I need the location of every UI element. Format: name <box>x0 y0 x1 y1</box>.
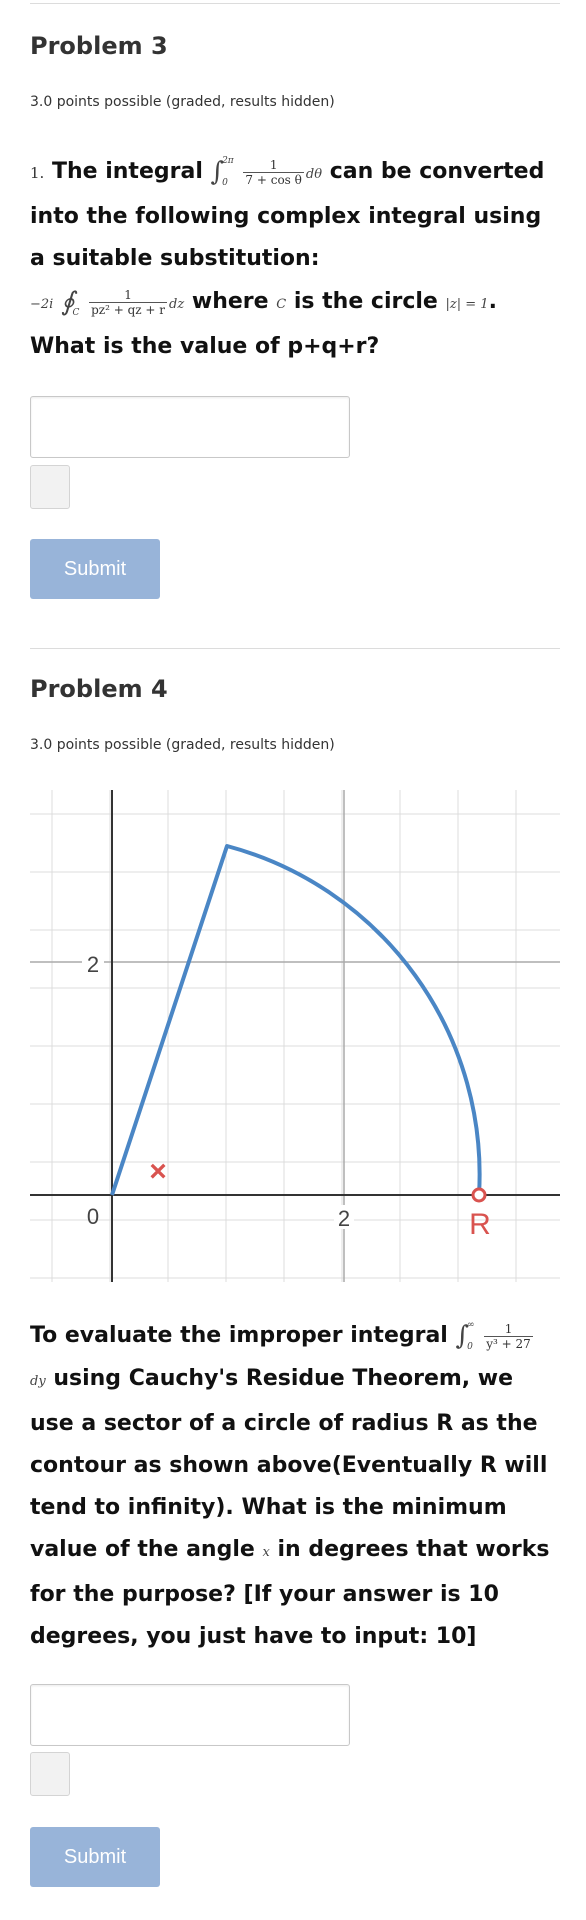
question-text-a: To evaluate the improper integral <box>30 1323 448 1348</box>
pole-marker: × <box>149 1155 167 1188</box>
integral-limits: ∞ 0 <box>467 1320 475 1352</box>
dz: dz <box>169 297 185 312</box>
question-text-a: The integral <box>51 159 203 184</box>
problem-3-points: 3.0 points possible (graded, results hid… <box>30 94 335 110</box>
problem-3-submit-button[interactable]: Submit <box>30 539 160 599</box>
contour-symbol: C <box>276 297 287 312</box>
sector-contour <box>110 844 482 1196</box>
coefficient: −2i <box>30 297 54 312</box>
problem-3-question: 1. The integral ∫ 2π 0 17 + cos θ dθ can be… <box>30 150 550 368</box>
dy: dy <box>30 1374 46 1389</box>
integral-limits: 2π 0 <box>222 156 234 188</box>
angle-symbol: x <box>262 1545 270 1560</box>
radius-label: R <box>469 1208 491 1241</box>
origin-label: 0 <box>87 1204 99 1229</box>
question-text-d: is the circle <box>293 289 438 314</box>
x-tick-2: 2 <box>338 1206 350 1231</box>
question-number: 1. <box>30 164 45 182</box>
contour-label: C <box>72 308 80 318</box>
integrand-fraction: 1 y³ + 27 <box>484 1321 533 1351</box>
y-tick-2: 2 <box>87 952 99 977</box>
problem-4-answer-input[interactable] <box>30 1684 350 1746</box>
problem-3-answer-input[interactable] <box>30 396 350 458</box>
problem-4-submit-button[interactable]: Submit <box>30 1827 160 1887</box>
problem-4-status-indicator <box>30 1752 70 1796</box>
problem-3-status-indicator <box>30 465 70 509</box>
question-text-b: using Cauchy's Residue Theorem, we use a… <box>30 1366 548 1562</box>
problem-4-title: Problem 4 <box>30 675 168 703</box>
contour-graph: 2 0 2 × R <box>30 790 560 1282</box>
complex-integrand-fraction: 1 pz² + qz + r <box>89 287 168 317</box>
problem-4-points: 3.0 points possible (graded, results hid… <box>30 737 335 753</box>
top-divider <box>30 3 560 4</box>
integrand-fraction: 17 + cos θ <box>243 157 304 187</box>
problem-divider <box>30 648 560 649</box>
circle-equation: |z| = 1 <box>445 297 489 312</box>
question-text-c: where <box>191 289 269 314</box>
problem-3-title: Problem 3 <box>30 32 168 60</box>
radius-point <box>471 1187 487 1203</box>
dtheta: dθ <box>305 167 323 182</box>
problem-4-question: To evaluate the improper integral ∫ ∞ 0 1y… <box>30 1314 550 1658</box>
